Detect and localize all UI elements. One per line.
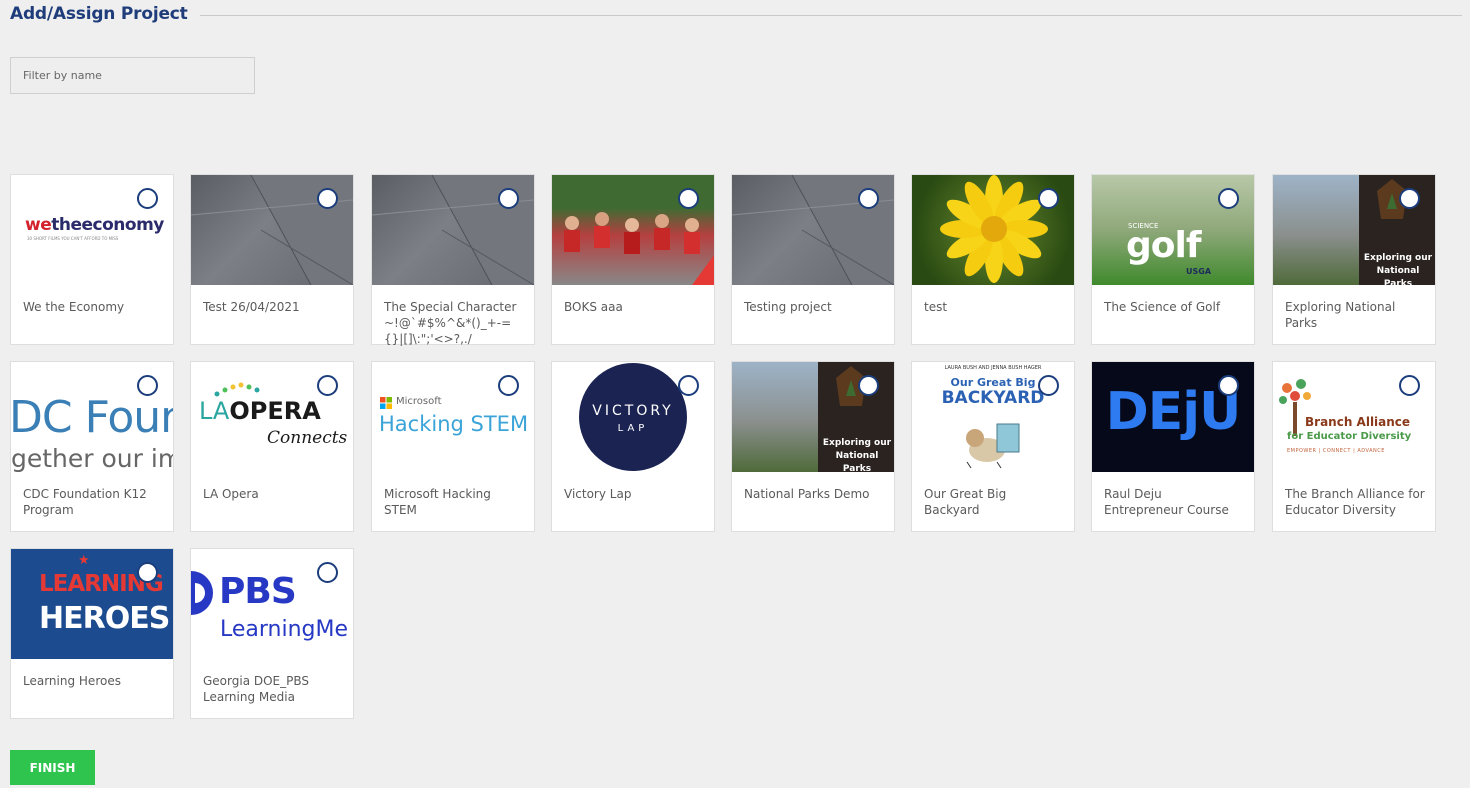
pbs-head-logo-icon [191,571,213,615]
project-name: The Science of Golf [1104,300,1221,314]
thumb-text: Connects [267,428,348,448]
select-radio[interactable] [678,188,699,209]
thumb-text: LAURA BUSH AND JENNA BUSH HAGER [944,365,1042,371]
project-card[interactable]: Branch Alliance for Educator Diversity E… [1272,361,1436,532]
project-name: The Special Character ~!@`#$%^&*()_+-={}… [384,300,517,346]
filter-input[interactable] [10,57,255,94]
select-radio[interactable] [1038,375,1059,396]
thumb-text: Branch Alliance [1305,415,1411,429]
thumb-text: Microsoft [396,396,442,407]
thumb-text: gether our imp [11,444,173,472]
thumb-logo-text: wetheeconomy [25,215,164,235]
thumb-text: HEROES [39,601,170,636]
star-icon: ★ [78,553,90,568]
project-card[interactable]: wetheeconomy 30 SHORT FILMS YOU CAN'T AF… [10,174,174,345]
project-card[interactable]: LAOPERA Connects LA Opera [190,361,354,532]
project-name: Test 26/04/2021 [203,300,300,314]
project-card[interactable]: VICTORY LAP Victory Lap [551,361,715,532]
project-name: Testing project [744,300,832,314]
select-radio[interactable] [137,375,158,396]
select-radio[interactable] [137,562,158,583]
select-radio[interactable] [137,188,158,209]
thumb-text: VICTORY [592,403,674,419]
project-name: Georgia DOE_PBS Learning Media [203,674,310,704]
select-radio[interactable] [317,375,338,396]
select-radio[interactable] [858,188,879,209]
project-card[interactable]: Test 26/04/2021 [190,174,354,345]
project-name: BOKS aaa [564,300,623,314]
project-name: Victory Lap [564,487,632,501]
project-name: Raul Deju Entrepreneur Course [1104,487,1229,517]
project-card[interactable]: The Special Character ~!@`#$%^&*()_+-={}… [371,174,535,346]
select-radio[interactable] [1399,375,1420,396]
project-card[interactable]: DC Foun gether our imp CDC Foundation K1… [10,361,174,532]
header-divider [200,15,1462,16]
thumb-text: for Educator Diversity [1287,431,1412,442]
project-card[interactable]: Exploring our National Parks Exploring N… [1272,174,1436,345]
thumb-text: Exploring our National Parks [822,438,892,472]
project-card[interactable]: ★ LEARNING HEROES Learning Heroes [10,548,174,719]
thumb-text: Hacking STEM [379,412,529,436]
project-name: CDC Foundation K12 Program [23,487,147,517]
project-name: National Parks Demo [744,487,870,501]
page-title: Add/Assign Project [10,4,188,24]
project-name: Learning Heroes [23,674,121,688]
project-card[interactable]: DEjU Raul Deju Entrepreneur Course [1091,361,1255,532]
project-card[interactable]: LAURA BUSH AND JENNA BUSH HAGER Our Grea… [911,361,1075,532]
select-radio[interactable] [1038,188,1059,209]
project-card[interactable]: Testing project [731,174,895,345]
project-name: We the Economy [23,300,125,314]
select-radio[interactable] [317,562,338,583]
thumb-text: Exploring our National Parks [1363,253,1433,285]
select-radio[interactable] [1218,375,1239,396]
thumb-text: LAOPERA [199,397,321,425]
project-name: LA Opera [203,487,259,501]
finish-button[interactable]: FINISH [10,750,95,785]
select-radio[interactable] [498,188,519,209]
thumb-text: LearningMe [220,617,349,642]
project-card[interactable]: PBS LearningMe Georgia DOE_PBS Learning … [190,548,354,719]
project-name: test [924,300,948,314]
page-header: Add/Assign Project [10,4,1462,28]
thumb-text: golf [1126,225,1202,266]
thumb-text: EMPOWER | CONNECT | ADVANCE [1287,448,1385,454]
select-radio[interactable] [317,188,338,209]
select-radio[interactable] [678,375,699,396]
microsoft-logo-icon [380,397,392,409]
select-radio[interactable] [858,375,879,396]
project-name: The Branch Alliance for Educator Diversi… [1285,487,1425,517]
thumb-text: USGA [1186,267,1212,276]
project-name: Microsoft Hacking STEM [384,487,491,517]
thumb-text: DC Foun [11,392,173,443]
project-card[interactable]: Microsoft Hacking STEM Microsoft Hacking… [371,361,535,532]
select-radio[interactable] [498,375,519,396]
project-card[interactable]: Exploring our National Parks National Pa… [731,361,895,532]
project-card[interactable]: BOKS aaa [551,174,715,345]
select-radio[interactable] [1399,188,1420,209]
thumb-text: LAP [617,423,649,434]
project-card[interactable]: SCIENCE golf USGA The Science of Golf [1091,174,1255,345]
thumb-text: PBS [219,571,297,612]
project-name: Exploring National Parks [1285,300,1396,330]
dog-illustration [966,423,1020,469]
select-radio[interactable] [1218,188,1239,209]
project-name: Our Great Big Backyard [924,487,1007,517]
project-card[interactable]: test [911,174,1075,345]
thumb-subtext: 30 SHORT FILMS YOU CAN'T AFFORD TO MISS [27,236,119,241]
